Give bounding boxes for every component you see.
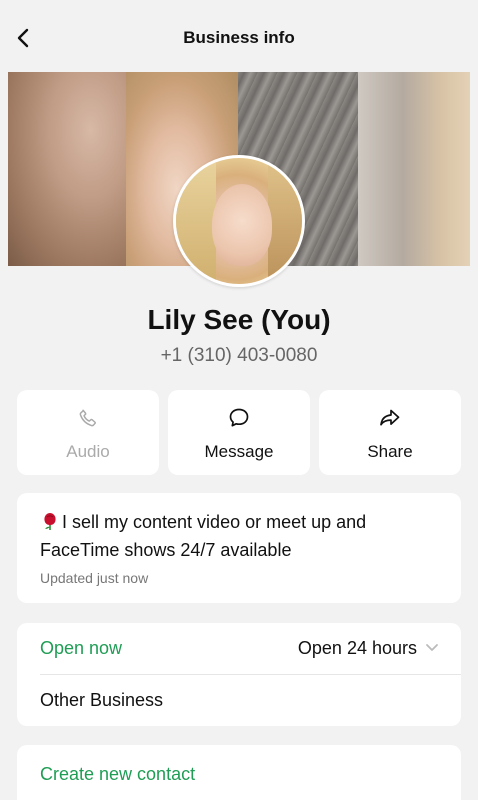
message-label: Message <box>204 442 274 461</box>
create-new-contact-button[interactable]: Create new contact <box>40 764 195 785</box>
cover-image-4 <box>358 72 470 266</box>
business-category: Other Business <box>40 690 164 710</box>
share-button[interactable]: Share <box>319 390 461 475</box>
hours-dropdown[interactable]: Open 24 hours <box>298 638 417 659</box>
chat-bubble-icon <box>229 408 249 427</box>
avatar-hair-right <box>268 158 302 284</box>
business-description-text: I sell my content video or meet up and F… <box>40 512 367 560</box>
share-arrow-icon <box>380 409 400 426</box>
share-label: Share <box>367 442 413 461</box>
profile-avatar[interactable] <box>173 155 305 287</box>
business-description: I sell my content video or meet up and F… <box>40 508 440 564</box>
contact-card: Create new contact <box>17 745 461 800</box>
profile-name: Lily See (You) <box>147 304 331 335</box>
avatar-face <box>212 184 272 266</box>
cover-image-1 <box>8 72 126 266</box>
page-title: Business info <box>183 28 295 47</box>
profile-phone: +1 (310) 403-0080 <box>160 345 318 366</box>
top-bar: Business info <box>0 0 478 72</box>
business-hours-card: Open now Open 24 hours Other Business <box>17 623 461 726</box>
divider <box>40 674 461 675</box>
message-button[interactable]: Message <box>168 390 310 475</box>
rose-icon <box>44 513 56 530</box>
open-now-status[interactable]: Open now <box>40 638 122 659</box>
audio-label: Audio <box>66 442 110 461</box>
chevron-down-icon[interactable] <box>425 641 439 655</box>
audio-call-button[interactable]: Audio <box>17 390 159 475</box>
avatar-hair-left <box>176 158 216 284</box>
phone-icon <box>79 409 96 427</box>
business-description-card: I sell my content video or meet up and F… <box>17 493 461 603</box>
updated-timestamp: Updated just now <box>40 570 149 586</box>
